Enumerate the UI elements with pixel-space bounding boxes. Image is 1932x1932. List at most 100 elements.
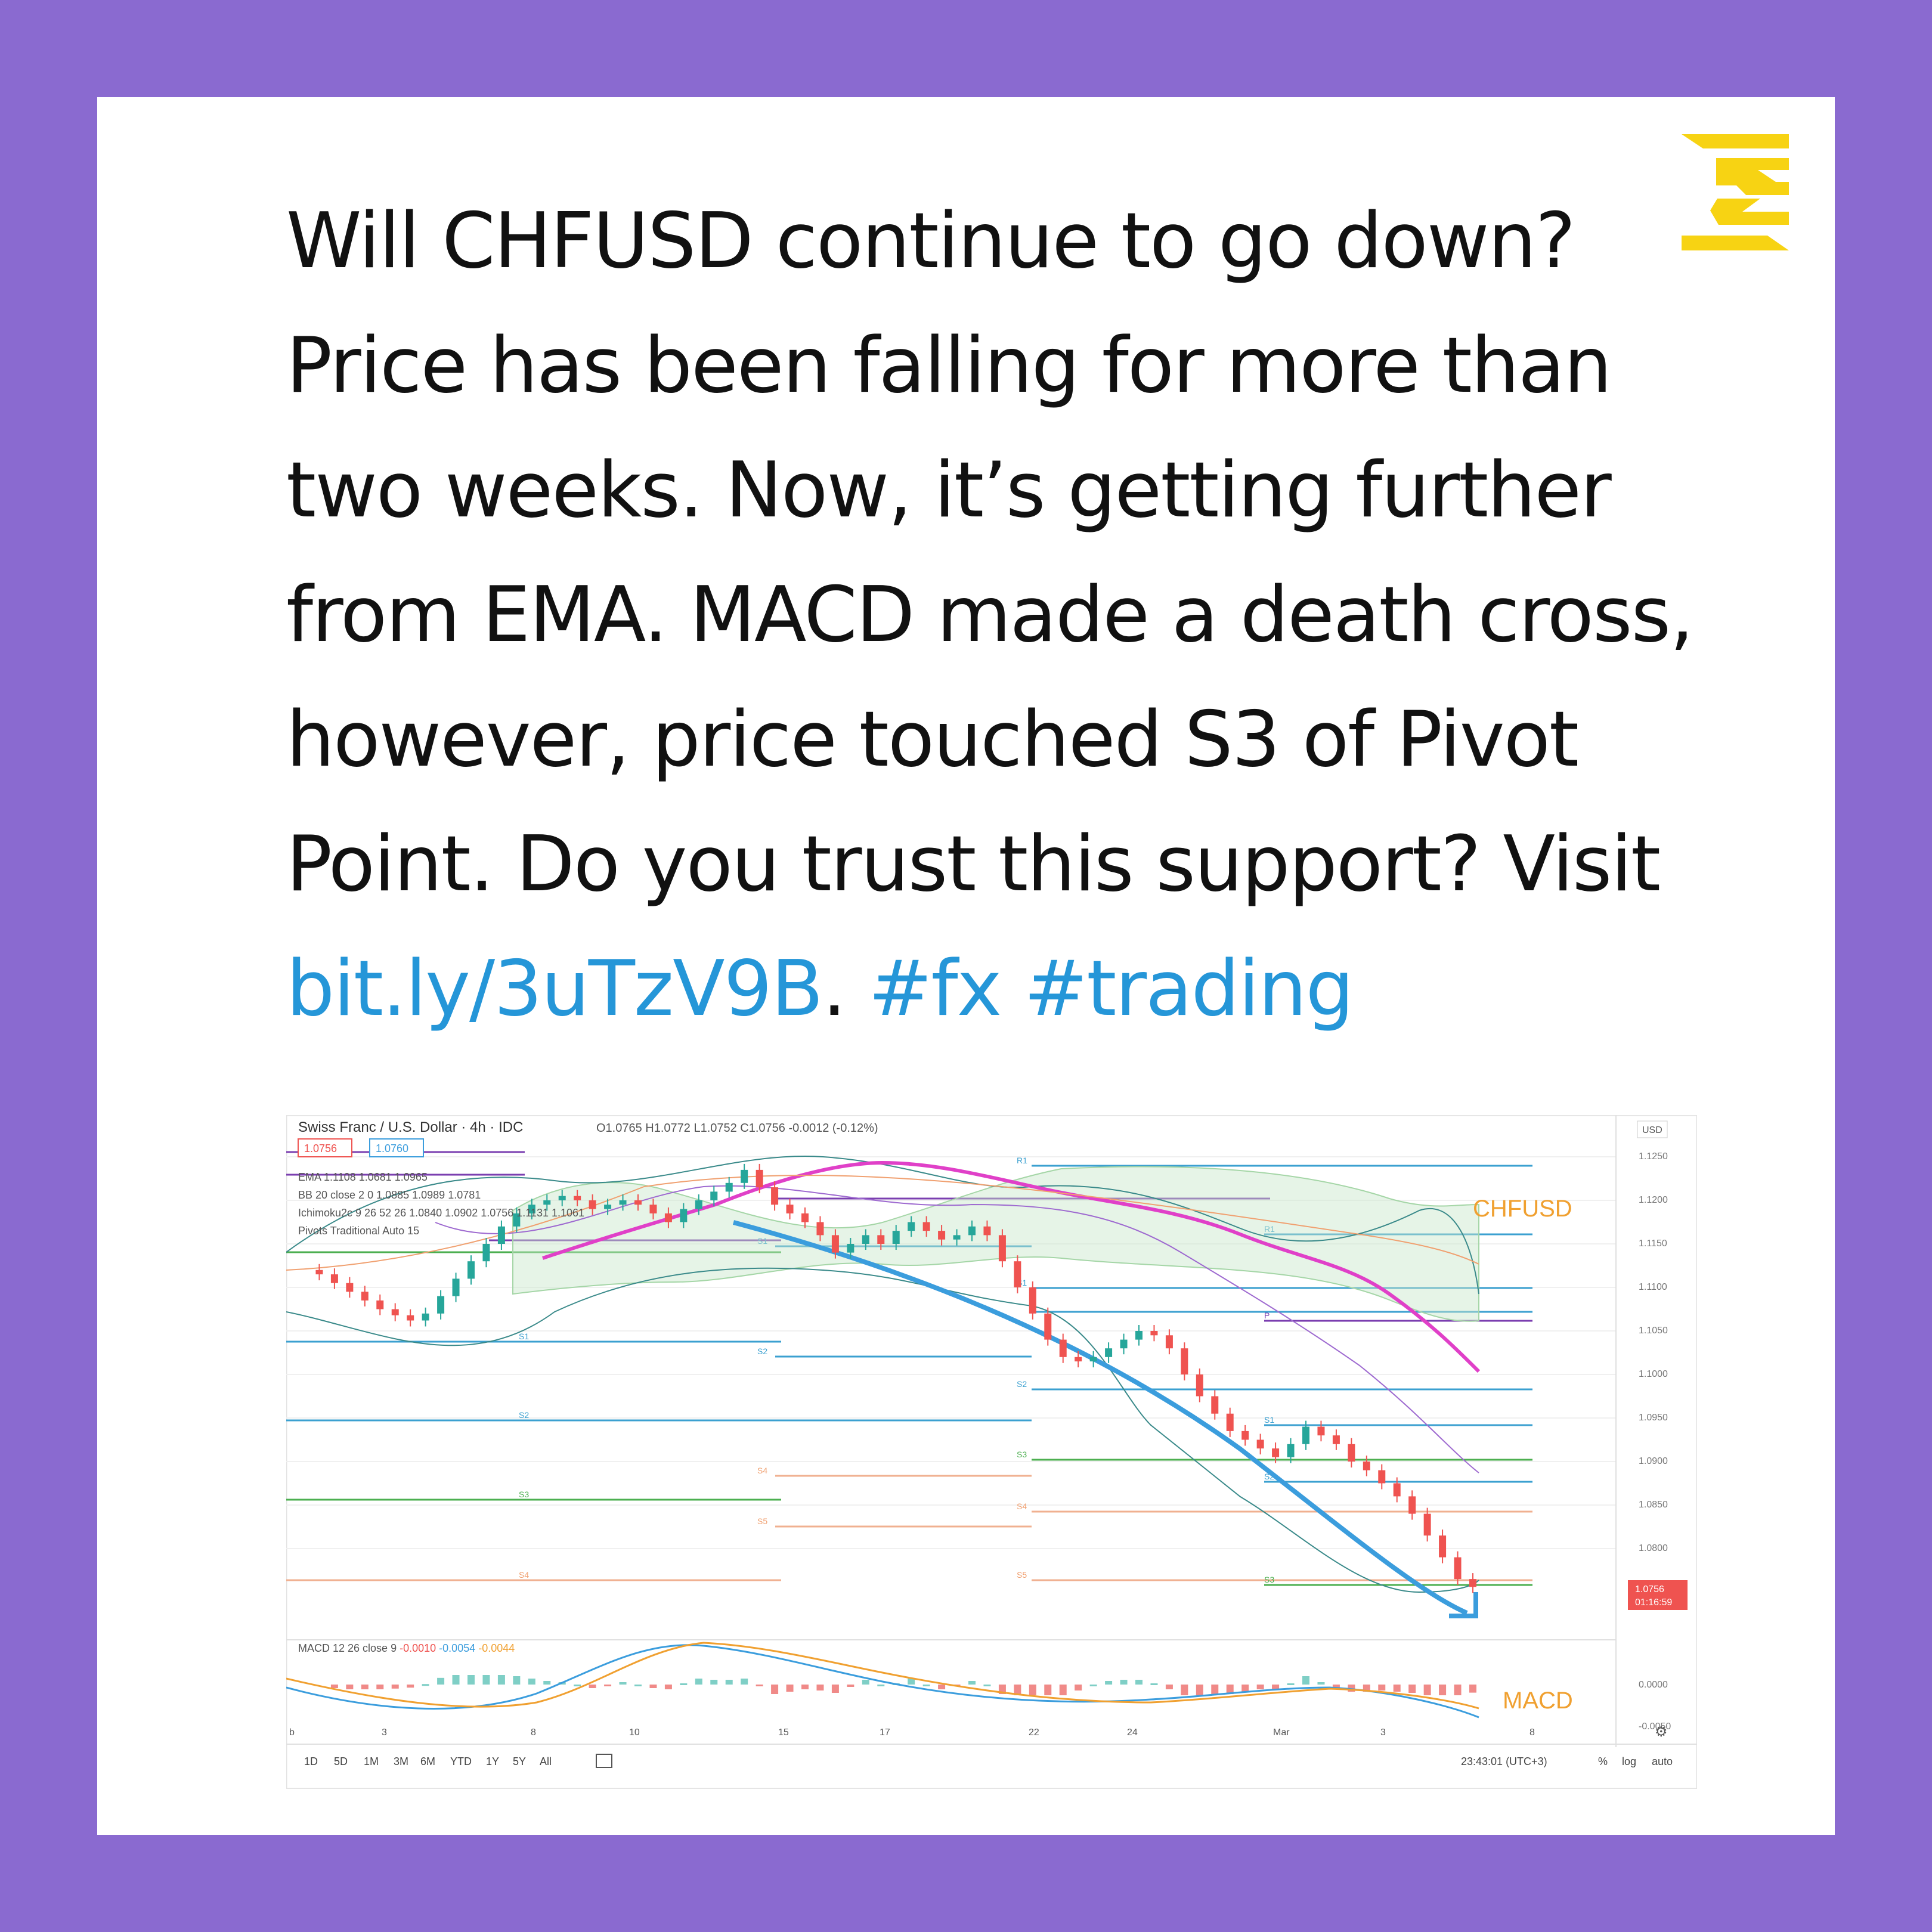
macd-bar (361, 1685, 369, 1689)
candle (1075, 1357, 1082, 1362)
candle (1241, 1431, 1249, 1440)
price-tick: 1.1100 (1639, 1282, 1667, 1292)
current-price: 1.0756 (1635, 1584, 1664, 1594)
log-toggle[interactable]: log (1622, 1755, 1636, 1767)
macd-bar (983, 1685, 991, 1686)
candle (998, 1235, 1006, 1262)
pivot-label: S3 (519, 1490, 529, 1499)
price-tick: 1.0800 (1639, 1543, 1668, 1553)
macd-bar (862, 1680, 869, 1685)
time-tick: 15 (778, 1727, 789, 1738)
candle (649, 1205, 657, 1213)
macd-bar (1089, 1685, 1097, 1686)
candle (680, 1209, 688, 1222)
candle (1302, 1426, 1309, 1444)
macd-bar (1029, 1685, 1036, 1695)
macd-bar (1241, 1685, 1249, 1692)
post-line-links: bit.ly/3uTzV9B. #fx #trading (286, 927, 1717, 1051)
time-tick: 3 (1380, 1727, 1386, 1738)
range-6m[interactable]: 6M (420, 1755, 435, 1767)
price-tick: 1.1050 (1639, 1326, 1668, 1336)
macd-bar (1105, 1681, 1113, 1685)
candle (1332, 1435, 1340, 1444)
range-3m[interactable]: 3M (394, 1755, 408, 1767)
macd-bar (589, 1685, 596, 1688)
candle (953, 1235, 961, 1240)
range-1d[interactable]: 1D (304, 1755, 318, 1767)
candle (786, 1205, 794, 1213)
bar-countdown: 01:16:59 (1635, 1597, 1672, 1608)
macd-bar (1408, 1685, 1416, 1693)
pivot-label: S1 (1264, 1415, 1274, 1425)
macd-bar (816, 1685, 824, 1690)
range-toolbar: 1D 5D 1M 3M 6M YTD 1Y 5Y All (304, 1755, 552, 1767)
macd-bar (710, 1680, 718, 1685)
post-line: Will CHFUSD continue to go down? (286, 197, 1576, 286)
price-tick: 1.1000 (1639, 1369, 1668, 1379)
candle (1059, 1339, 1067, 1357)
time-tick: 3 (382, 1727, 387, 1738)
range-all[interactable]: All (540, 1755, 552, 1767)
short-link[interactable]: bit.ly/3uTzV9B (286, 945, 823, 1033)
candle (1378, 1470, 1386, 1484)
macd-header: MACD 12 26 close 9 -0.0010 -0.0054 -0.00… (298, 1642, 515, 1654)
chart-symbol: Swiss Franc / U.S. Dollar · 4h · IDC (298, 1119, 523, 1135)
pivot-label: S3 (1017, 1450, 1027, 1459)
post-line: two weeks. Now, it’s getting further (286, 446, 1612, 535)
time-tick: b (289, 1727, 295, 1738)
auto-toggle[interactable]: auto (1652, 1755, 1673, 1767)
candle (695, 1200, 702, 1209)
candle (741, 1169, 748, 1183)
pivot-label: S1 (519, 1332, 529, 1341)
buy-price: 1.0760 (376, 1143, 408, 1154)
macd-bar (831, 1685, 839, 1693)
range-1y[interactable]: 1Y (486, 1755, 499, 1767)
hashtag-fx[interactable]: #fx (868, 945, 1002, 1033)
indicator-ichimoku: Ichimoku2c 9 26 52 26 1.0840 1.0902 1.07… (298, 1207, 584, 1219)
macd-bar (968, 1681, 976, 1685)
candle (1287, 1444, 1295, 1457)
candle (558, 1196, 566, 1200)
candle (968, 1226, 976, 1236)
candle (1165, 1335, 1173, 1349)
post-line: from EMA. MACD made a death cross, (286, 571, 1694, 660)
macd-bar (543, 1681, 551, 1685)
macd-bar (1075, 1685, 1082, 1690)
macd-bar (604, 1685, 612, 1686)
range-5y[interactable]: 5Y (513, 1755, 526, 1767)
macd-bar (695, 1679, 702, 1685)
macd-bar (725, 1680, 733, 1685)
candle (801, 1213, 809, 1222)
macd-bar (1287, 1683, 1295, 1685)
price-tick: 1.0900 (1639, 1456, 1668, 1466)
hashtag-trading[interactable]: #trading (1024, 945, 1354, 1033)
indicator-ema: EMA 1.1108 1.0681 1.0965 (298, 1171, 428, 1183)
candle (1029, 1287, 1036, 1314)
candle (361, 1292, 369, 1301)
macd-bar (437, 1677, 445, 1685)
price-tick: 1.1150 (1639, 1239, 1667, 1249)
macd-bar (528, 1679, 535, 1685)
macd-bar (1059, 1685, 1067, 1695)
candle (1211, 1396, 1219, 1414)
macd-bar (1378, 1685, 1386, 1690)
range-ytd[interactable]: YTD (450, 1755, 472, 1767)
macd-bar (786, 1685, 794, 1692)
candle (1196, 1374, 1203, 1397)
range-1m[interactable]: 1M (364, 1755, 379, 1767)
candle (756, 1169, 763, 1188)
candle (422, 1313, 429, 1321)
candle (543, 1200, 551, 1205)
candle (877, 1235, 885, 1244)
range-5d[interactable]: 5D (334, 1755, 348, 1767)
macd-bar (771, 1685, 779, 1694)
clock-timestamp: 23:43:01 (UTC+3) (1461, 1755, 1547, 1767)
macd-bar (1393, 1685, 1401, 1692)
pivot-label: S4 (757, 1466, 767, 1475)
time-tick: 8 (531, 1727, 536, 1738)
candle (816, 1222, 824, 1236)
candle (1226, 1413, 1234, 1431)
percent-toggle[interactable]: % (1598, 1755, 1608, 1767)
candle (619, 1200, 627, 1205)
settings-gear-icon[interactable]: ⚙ (1655, 1724, 1668, 1740)
